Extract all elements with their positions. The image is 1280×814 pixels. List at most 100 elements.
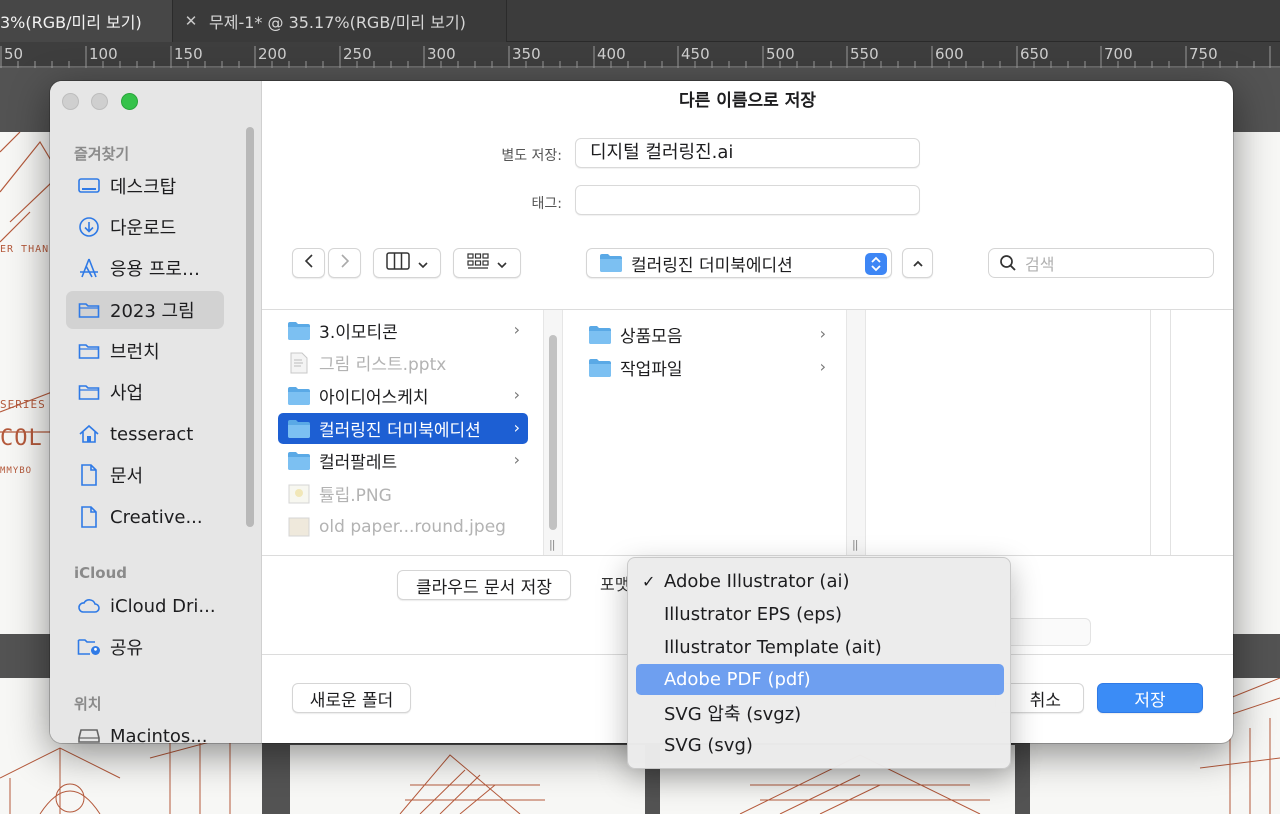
artboard-bottom-2 bbox=[290, 745, 645, 814]
menu-item-label: Illustrator Template (ait) bbox=[664, 637, 882, 658]
sidebar-item-label: 다운로드 bbox=[110, 218, 177, 239]
sidebar-item-icloud-drive[interactable]: iCloud Dri... bbox=[66, 587, 224, 625]
cloud-save-button[interactable]: 클라우드 문서 저장 bbox=[397, 570, 571, 600]
sidebar-item-documents[interactable]: 문서 bbox=[66, 456, 224, 494]
sidebar-item-home[interactable]: tesseract bbox=[66, 415, 224, 453]
format-label: 포맷 bbox=[600, 575, 630, 594]
document-tab-active[interactable]: 3%(RGB/미리 보기) bbox=[0, 0, 172, 42]
menu-item-ait[interactable]: Illustrator Template (ait) bbox=[636, 632, 1004, 663]
chevron-down-icon bbox=[418, 254, 428, 273]
column-resize-icon[interactable]: || bbox=[852, 538, 859, 551]
new-folder-button[interactable]: 새로운 폴더 bbox=[292, 683, 411, 713]
folder-icon bbox=[599, 253, 623, 273]
ruler-label: 350 bbox=[512, 45, 541, 63]
tab-label: 3%(RGB/미리 보기) bbox=[0, 13, 142, 32]
sidebar-item-label: Macintos... bbox=[110, 725, 208, 744]
sidebar-item-desktop[interactable]: 데스크탑 bbox=[66, 167, 224, 205]
chevron-right-icon: › bbox=[513, 385, 520, 404]
scroll-thumb[interactable] bbox=[549, 335, 557, 530]
ruler-label: 750 bbox=[1189, 45, 1218, 63]
chevron-right-icon: › bbox=[513, 418, 520, 437]
group-by-button[interactable] bbox=[453, 248, 521, 278]
sidebar-item-shared[interactable]: 공유 bbox=[66, 628, 224, 666]
artwork-text: ER THAN bbox=[0, 244, 50, 255]
ruler-label: 200 bbox=[258, 45, 287, 63]
folder-icon bbox=[287, 451, 311, 471]
document-icon bbox=[76, 464, 102, 486]
ruler-label: 50 bbox=[4, 45, 24, 63]
tags-field[interactable] bbox=[575, 185, 920, 215]
file-name: 튤립.PNG bbox=[319, 486, 392, 506]
sidebar-item-applications[interactable]: 응용 프로… bbox=[66, 249, 224, 287]
sidebar-item-business[interactable]: 사업 bbox=[66, 373, 224, 411]
ruler-label: 650 bbox=[1020, 45, 1049, 63]
column-scrollbar[interactable] bbox=[543, 310, 563, 555]
file-name: 컬러팔레트 bbox=[319, 453, 398, 473]
up-down-icon bbox=[865, 253, 887, 275]
file-row[interactable]: 3.이모티콘 › bbox=[278, 315, 528, 346]
menu-item-ai[interactable]: ✓ Adobe Illustrator (ai) bbox=[636, 566, 1004, 597]
close-window-button[interactable] bbox=[62, 93, 79, 110]
menu-item-svg[interactable]: SVG (svg) bbox=[636, 730, 1004, 761]
sidebar-item-creative-cloud[interactable]: Creative... bbox=[66, 498, 224, 536]
sidebar-item-label: 데스크탑 bbox=[110, 177, 177, 198]
sidebar-scrollbar[interactable] bbox=[246, 127, 254, 527]
save-as-label: 별도 저장: bbox=[501, 148, 562, 164]
ruler-label: 450 bbox=[681, 45, 710, 63]
save-button[interactable]: 저장 bbox=[1097, 683, 1203, 713]
grid-icon bbox=[467, 253, 489, 273]
back-button[interactable] bbox=[292, 248, 325, 278]
column-divider bbox=[1150, 310, 1151, 555]
file-row[interactable]: 작업파일 › bbox=[579, 352, 834, 383]
artwork-lines bbox=[399, 754, 545, 814]
sidebar-item-macintosh-hd[interactable]: Macintos... bbox=[66, 717, 224, 743]
dialog-title: 다른 이름으로 저장 bbox=[679, 91, 816, 111]
view-mode-button[interactable] bbox=[373, 248, 441, 278]
sidebar-section-icloud: iCloud bbox=[74, 564, 128, 582]
file-row[interactable]: 컬러팔레트 › bbox=[278, 445, 528, 476]
zoom-window-button[interactable] bbox=[121, 93, 138, 110]
file-row[interactable]: 상품모음 › bbox=[579, 319, 834, 350]
collapse-button[interactable] bbox=[902, 248, 933, 278]
file-row-selected[interactable]: 컬러링진 더미북에디션 › bbox=[278, 413, 528, 444]
sidebar: 즐겨찾기 데스크탑 다운로드 응용 프로… 2023 그림 브런치 사업 tes… bbox=[50, 81, 262, 743]
forward-button[interactable] bbox=[328, 248, 361, 278]
menu-item-pdf[interactable]: Adobe PDF (pdf) bbox=[636, 664, 1004, 695]
sidebar-item-downloads[interactable]: 다운로드 bbox=[66, 208, 224, 246]
column-scrollbar[interactable] bbox=[846, 310, 866, 555]
chevron-up-icon bbox=[912, 254, 924, 273]
sidebar-section-locations: 위치 bbox=[74, 695, 102, 713]
menu-item-label: SVG (svg) bbox=[664, 735, 753, 756]
menu-item-label: Adobe PDF (pdf) bbox=[664, 669, 811, 690]
ruler-label: 150 bbox=[174, 45, 203, 63]
file-name: old paper...round.jpeg bbox=[319, 516, 506, 537]
sidebar-item-2023-drawings[interactable]: 2023 그림 bbox=[66, 291, 224, 329]
file-row[interactable]: 아이디어스케치 › bbox=[278, 380, 528, 411]
search-field[interactable]: 검색 bbox=[988, 248, 1214, 278]
ruler-label: 550 bbox=[850, 45, 879, 63]
disk-icon bbox=[76, 725, 102, 743]
sidebar-item-brunch[interactable]: 브런치 bbox=[66, 332, 224, 370]
menu-item-label: Illustrator EPS (eps) bbox=[664, 604, 843, 625]
menu-item-eps[interactable]: Illustrator EPS (eps) bbox=[636, 599, 1004, 630]
column-resize-icon[interactable]: || bbox=[549, 538, 556, 551]
filename-field[interactable]: 디지털 컬러링진.ai bbox=[575, 138, 920, 168]
sidebar-item-label: tesseract bbox=[110, 423, 194, 445]
artwork-text: COL bbox=[0, 426, 43, 451]
menu-item-svgz[interactable]: SVG 압축 (svgz) bbox=[636, 697, 1004, 728]
chevron-right-icon: › bbox=[513, 450, 520, 469]
ruler-label: 400 bbox=[597, 45, 626, 63]
tab-label: 무제-1* @ 35.17%(RGB/미리 보기) bbox=[209, 13, 466, 32]
chevron-right-icon: › bbox=[513, 320, 520, 339]
folder-icon bbox=[76, 299, 102, 321]
folder-icon bbox=[287, 386, 311, 406]
file-name: 작업파일 bbox=[620, 360, 683, 380]
ruler-label: 250 bbox=[343, 45, 372, 63]
location-popup[interactable]: 컬러링진 더미북에디션 bbox=[586, 248, 892, 278]
folder-icon bbox=[76, 340, 102, 362]
file-name: 컬러링진 더미북에디션 bbox=[319, 421, 481, 441]
close-icon[interactable]: ✕ bbox=[173, 12, 209, 30]
file-name: 3.이모티콘 bbox=[319, 323, 398, 343]
minimize-window-button[interactable] bbox=[91, 93, 108, 110]
document-tab-untitled[interactable]: ✕ 무제-1* @ 35.17%(RGB/미리 보기) bbox=[172, 0, 507, 42]
